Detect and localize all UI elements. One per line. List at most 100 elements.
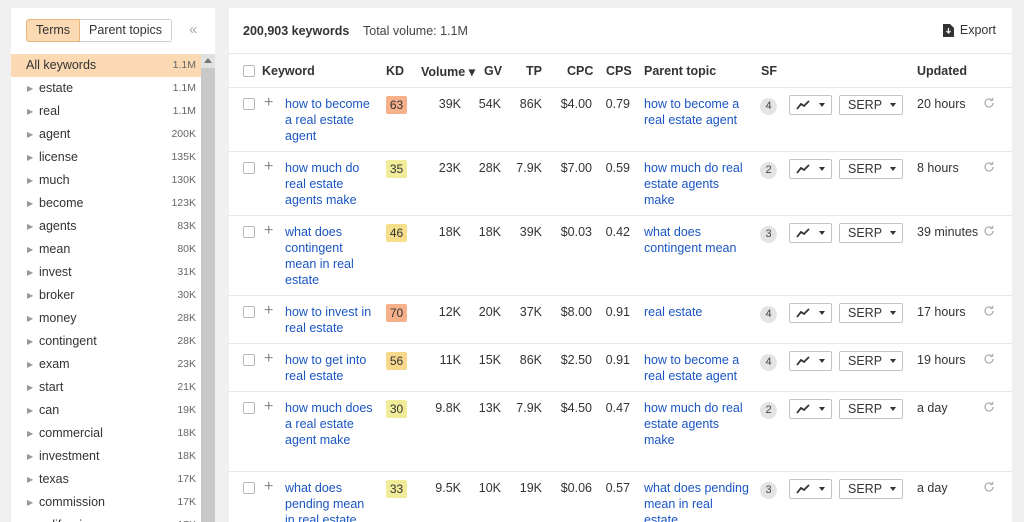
expand-arrow-icon[interactable]: ▶: [27, 77, 33, 100]
expand-arrow-icon[interactable]: ▶: [27, 468, 33, 491]
term-item[interactable]: ▶ agents 83K: [11, 215, 201, 238]
expand-arrow-icon[interactable]: ▶: [27, 491, 33, 514]
row-checkbox[interactable]: [243, 402, 255, 414]
term-item[interactable]: ▶ start 21K: [11, 376, 201, 399]
expand-arrow-icon[interactable]: ▶: [27, 514, 33, 522]
col-kd[interactable]: KD: [386, 64, 404, 78]
expand-arrow-icon[interactable]: ▶: [27, 169, 33, 192]
export-button[interactable]: Export: [942, 23, 996, 37]
row-checkbox[interactable]: [243, 482, 255, 494]
col-updated[interactable]: Updated: [917, 64, 967, 78]
expand-arrow-icon[interactable]: ▶: [27, 307, 33, 330]
expand-arrow-icon[interactable]: ▶: [27, 399, 33, 422]
select-all-checkbox[interactable]: [243, 65, 255, 77]
term-item[interactable]: ▶ contingent 28K: [11, 330, 201, 353]
term-item[interactable]: ▶ commission 17K: [11, 491, 201, 514]
refresh-icon[interactable]: [983, 353, 995, 365]
serp-dropdown[interactable]: SERP: [839, 399, 903, 419]
serp-features-badge[interactable]: 4: [760, 98, 777, 115]
add-to-list-icon[interactable]: +: [264, 399, 273, 415]
serp-features-badge[interactable]: 3: [760, 226, 777, 243]
col-keyword[interactable]: Keyword: [262, 64, 315, 78]
trend-dropdown[interactable]: [789, 303, 832, 323]
term-item[interactable]: ▶ broker 30K: [11, 284, 201, 307]
parent-topic-link[interactable]: real estate: [644, 304, 750, 320]
expand-arrow-icon[interactable]: ▶: [27, 422, 33, 445]
term-item[interactable]: ▶ license 135K: [11, 146, 201, 169]
serp-dropdown[interactable]: SERP: [839, 479, 903, 499]
term-item[interactable]: ▶ can 19K: [11, 399, 201, 422]
parent-topic-link[interactable]: how much do real estate agents make: [644, 160, 750, 208]
serp-features-badge[interactable]: 4: [760, 354, 777, 371]
term-item[interactable]: ▶ commercial 18K: [11, 422, 201, 445]
term-item[interactable]: ▶ become 123K: [11, 192, 201, 215]
trend-dropdown[interactable]: [789, 95, 832, 115]
expand-arrow-icon[interactable]: ▶: [27, 192, 33, 215]
term-item[interactable]: ▶ california 17K: [11, 514, 201, 522]
serp-dropdown[interactable]: SERP: [839, 351, 903, 371]
add-to-list-icon[interactable]: +: [264, 159, 273, 175]
serp-features-badge[interactable]: 2: [760, 402, 777, 419]
serp-dropdown[interactable]: SERP: [839, 159, 903, 179]
row-checkbox[interactable]: [243, 226, 255, 238]
trend-dropdown[interactable]: [789, 159, 832, 179]
keyword-link[interactable]: how much does a real estate agent make: [285, 400, 377, 448]
refresh-icon[interactable]: [983, 481, 995, 493]
expand-arrow-icon[interactable]: ▶: [27, 330, 33, 353]
refresh-icon[interactable]: [983, 225, 995, 237]
sidebar-scrollbar[interactable]: [201, 54, 215, 522]
serp-features-badge[interactable]: 4: [760, 306, 777, 323]
serp-dropdown[interactable]: SERP: [839, 303, 903, 323]
tab-terms[interactable]: Terms: [26, 19, 81, 42]
expand-arrow-icon[interactable]: ▶: [27, 215, 33, 238]
term-all-keywords[interactable]: All keywords 1.1M: [11, 54, 201, 77]
term-item[interactable]: ▶ investment 18K: [11, 445, 201, 468]
col-tp[interactable]: TP: [526, 64, 542, 78]
serp-features-badge[interactable]: 2: [760, 162, 777, 179]
serp-dropdown[interactable]: SERP: [839, 95, 903, 115]
parent-topic-link[interactable]: what does contingent mean: [644, 224, 750, 256]
trend-dropdown[interactable]: [789, 223, 832, 243]
expand-arrow-icon[interactable]: ▶: [27, 376, 33, 399]
trend-dropdown[interactable]: [789, 479, 832, 499]
col-volume[interactable]: Volume ▾: [421, 64, 475, 79]
keyword-link[interactable]: how to invest in real estate: [285, 304, 377, 336]
keyword-link[interactable]: how to become a real estate agent: [285, 96, 377, 144]
expand-arrow-icon[interactable]: ▶: [27, 261, 33, 284]
col-cps[interactable]: CPS: [606, 64, 632, 78]
term-item[interactable]: ▶ money 28K: [11, 307, 201, 330]
expand-arrow-icon[interactable]: ▶: [27, 353, 33, 376]
refresh-icon[interactable]: [983, 401, 995, 413]
keyword-link[interactable]: how much do real estate agents make: [285, 160, 377, 208]
term-item[interactable]: ▶ much 130K: [11, 169, 201, 192]
expand-arrow-icon[interactable]: ▶: [27, 123, 33, 146]
serp-features-badge[interactable]: 3: [760, 482, 777, 499]
add-to-list-icon[interactable]: +: [264, 479, 273, 495]
refresh-icon[interactable]: [983, 97, 995, 109]
term-item[interactable]: ▶ texas 17K: [11, 468, 201, 491]
refresh-icon[interactable]: [983, 161, 995, 173]
collapse-sidebar-icon[interactable]: «: [189, 21, 197, 38]
expand-arrow-icon[interactable]: ▶: [27, 445, 33, 468]
col-parent-topic[interactable]: Parent topic: [644, 64, 716, 78]
row-checkbox[interactable]: [243, 162, 255, 174]
term-item[interactable]: ▶ agent 200K: [11, 123, 201, 146]
row-checkbox[interactable]: [243, 98, 255, 110]
expand-arrow-icon[interactable]: ▶: [27, 238, 33, 261]
serp-dropdown[interactable]: SERP: [839, 223, 903, 243]
col-gv[interactable]: GV: [484, 64, 502, 78]
keyword-link[interactable]: how to get into real estate: [285, 352, 377, 384]
term-item[interactable]: ▶ mean 80K: [11, 238, 201, 261]
col-cpc[interactable]: CPC: [567, 64, 593, 78]
add-to-list-icon[interactable]: +: [264, 95, 273, 111]
col-sf[interactable]: SF: [761, 64, 777, 78]
trend-dropdown[interactable]: [789, 399, 832, 419]
term-item[interactable]: ▶ estate 1.1M: [11, 77, 201, 100]
expand-arrow-icon[interactable]: ▶: [27, 100, 33, 123]
scroll-up-arrow-icon[interactable]: [201, 54, 215, 68]
parent-topic-link[interactable]: how to become a real estate agent: [644, 96, 750, 128]
parent-topic-link[interactable]: what does pending mean in real estate: [644, 480, 750, 522]
row-checkbox[interactable]: [243, 306, 255, 318]
keyword-link[interactable]: what does pending mean in real estate: [285, 480, 377, 522]
tab-parent-topics[interactable]: Parent topics: [80, 19, 172, 42]
